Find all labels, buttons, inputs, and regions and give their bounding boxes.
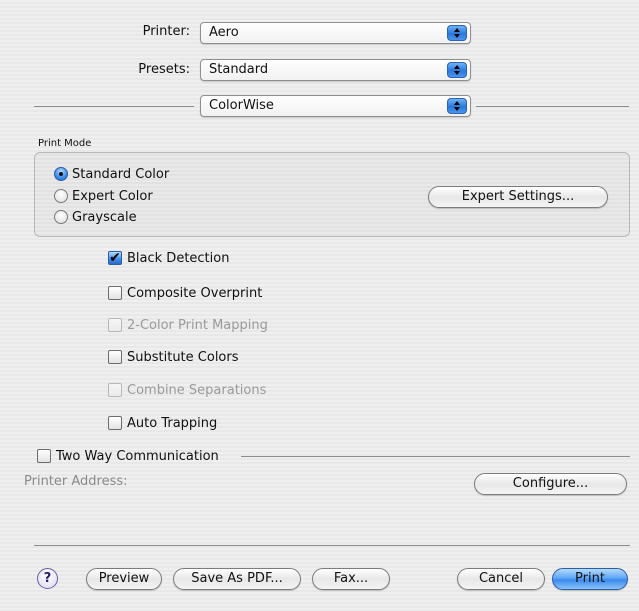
preview-button[interactable]: Preview (86, 568, 162, 590)
printer-popup[interactable]: Aero (200, 22, 471, 44)
cancel-button[interactable]: Cancel (457, 568, 545, 590)
checkbox-label: 2-Color Print Mapping (127, 317, 268, 333)
radio-grayscale[interactable]: Grayscale (54, 208, 137, 226)
radio-label: Standard Color (72, 166, 170, 182)
checkbox-icon (37, 449, 51, 463)
radio-label: Expert Color (72, 188, 153, 204)
checkbox-icon (108, 350, 122, 364)
checkbox-icon (108, 416, 122, 430)
checkbox-black-detection[interactable]: ✔ Black Detection (108, 248, 229, 268)
help-icon[interactable]: ? (37, 568, 58, 589)
checkbox-substitute-colors[interactable]: Substitute Colors (108, 347, 239, 367)
checkbox-auto-trapping[interactable]: Auto Trapping (108, 413, 217, 433)
save-as-pdf-button[interactable]: Save As PDF... (173, 568, 301, 590)
print-mode-title: Print Mode (38, 138, 92, 149)
radio-icon (54, 189, 68, 203)
fax-button[interactable]: Fax... (312, 568, 390, 590)
checkbox-two-color-mapping: 2-Color Print Mapping (108, 315, 268, 335)
expert-settings-button[interactable]: Expert Settings... (428, 186, 608, 208)
printer-address-label: Printer Address: (24, 474, 128, 489)
checkbox-combine-separations: Combine Separations (108, 380, 266, 400)
checkbox-icon (108, 383, 122, 397)
separator-line (34, 106, 194, 107)
radio-standard-color[interactable]: Standard Color (54, 165, 169, 183)
print-button[interactable]: Print (552, 568, 628, 590)
printer-label: Printer: (142, 24, 190, 39)
checkbox-label: Substitute Colors (127, 349, 239, 365)
radio-label: Grayscale (72, 209, 137, 225)
separator-line (476, 106, 629, 107)
checkbox-two-way-communication[interactable]: Two Way Communication (37, 446, 219, 466)
separator-line (34, 545, 630, 546)
radio-expert-color[interactable]: Expert Color (54, 187, 153, 205)
presets-value: Standard (209, 62, 269, 77)
checkbox-label: Composite Overprint (127, 285, 263, 301)
checkmark-icon: ✔ (108, 250, 122, 266)
checkbox-label: Black Detection (127, 250, 230, 266)
checkbox-label: Combine Separations (127, 382, 267, 398)
checkbox-icon (108, 318, 122, 332)
printer-value: Aero (209, 25, 239, 40)
popup-arrows-icon (447, 25, 467, 41)
separator-line (241, 456, 630, 457)
print-dialog: Printer: Aero Presets: Standard ColorWis… (0, 0, 639, 611)
radio-icon (54, 210, 68, 224)
configure-button[interactable]: Configure... (474, 473, 627, 495)
presets-popup[interactable]: Standard (200, 59, 471, 81)
checkbox-icon (108, 286, 122, 300)
checkbox-label: Two Way Communication (56, 448, 219, 464)
presets-label: Presets: (138, 62, 190, 77)
panel-value: ColorWise (209, 98, 274, 113)
popup-arrows-icon (447, 98, 467, 114)
checkbox-composite-overprint[interactable]: Composite Overprint (108, 283, 262, 303)
checkbox-label: Auto Trapping (127, 415, 218, 431)
panel-popup[interactable]: ColorWise (200, 95, 471, 117)
radio-selected-icon (54, 167, 68, 181)
popup-arrows-icon (447, 62, 467, 78)
